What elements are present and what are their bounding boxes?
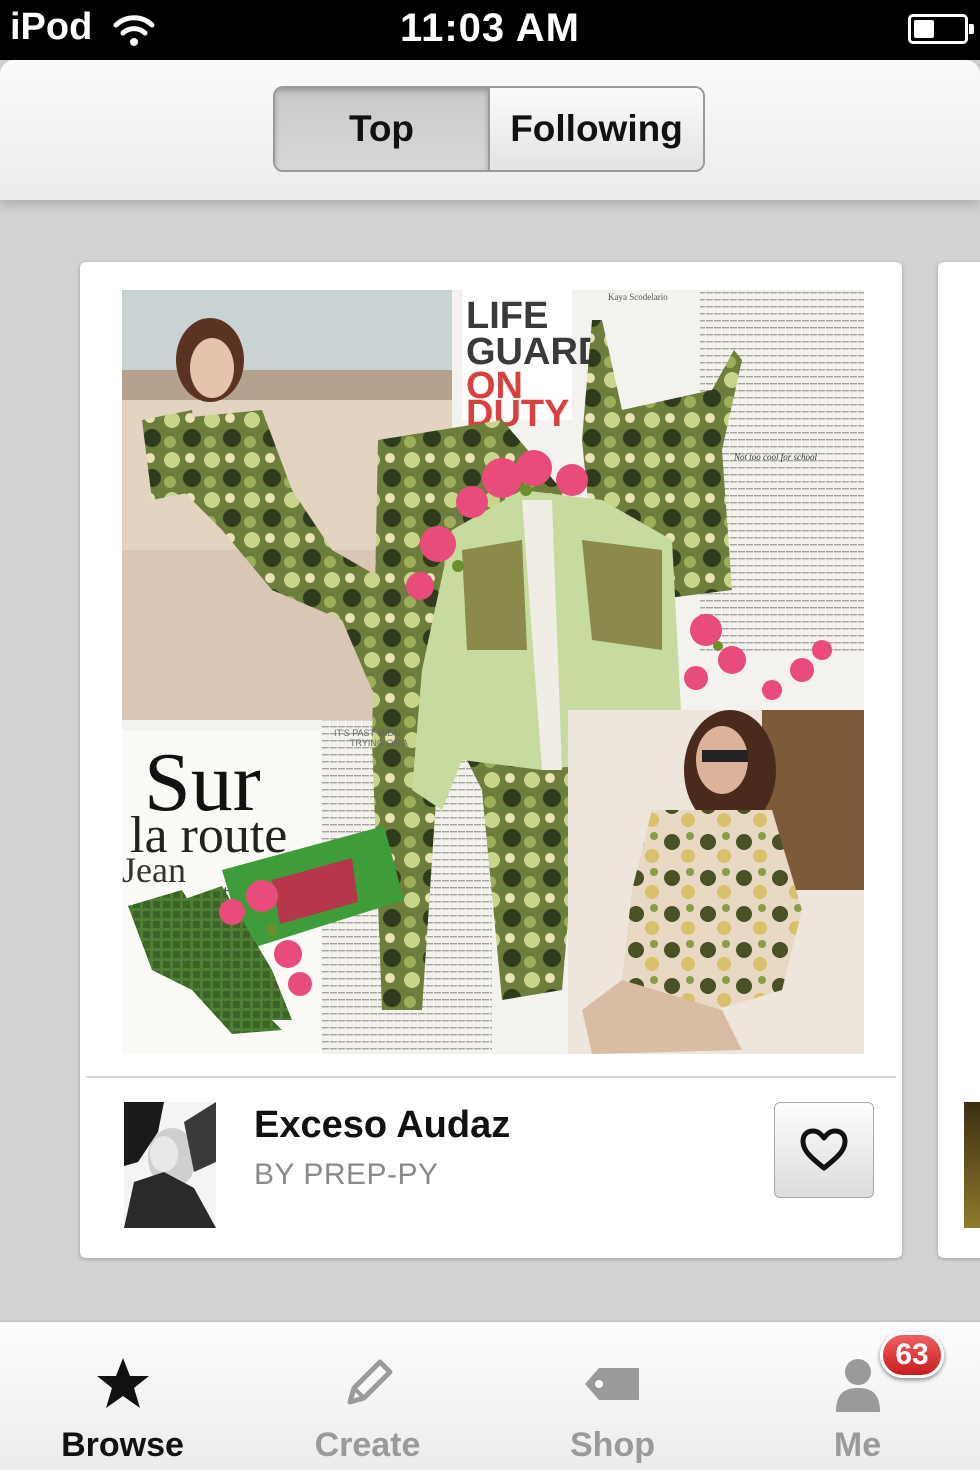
star-icon [96, 1358, 149, 1408]
set-author[interactable]: BY PREP-PY [254, 1158, 439, 1192]
tab-top[interactable]: Top [275, 88, 488, 170]
collage-jean: Jean [122, 850, 186, 890]
collage-sidebar-1: IT'S PAST MIDNI [334, 728, 403, 738]
status-bar: iPod 11:03 AM [0, 0, 980, 60]
collage-byline: Kaya Scodelario [608, 292, 668, 302]
tab-me[interactable]: Me [735, 1322, 980, 1470]
tag-icon [584, 1368, 639, 1400]
set-title[interactable]: Exceso Audaz [254, 1104, 510, 1147]
tab-following[interactable]: Following [488, 88, 703, 170]
feed-segmented-control: Top Following [273, 86, 705, 172]
collage-sidebar-2: TRYING ON A [350, 738, 408, 748]
next-set-card[interactable] [938, 262, 980, 1258]
card-divider [86, 1076, 896, 1078]
tab-create-label: Create [314, 1426, 421, 1464]
person-icon [835, 1359, 880, 1412]
tab-me-label: Me [833, 1426, 882, 1464]
tab-browse-label: Browse [61, 1426, 184, 1464]
top-nav: Top Following [0, 60, 980, 200]
author-avatar[interactable] [124, 1102, 216, 1228]
clock: 11:03 AM [400, 6, 580, 50]
tab-shop[interactable]: Shop [490, 1322, 735, 1470]
set-card[interactable]: LIFE GUARD ON DUTY Kaya Scodelario Not t… [80, 262, 902, 1258]
tab-shop-label: Shop [570, 1426, 655, 1464]
heart-icon [800, 1128, 848, 1171]
tab-bar: Browse Create Shop Me [0, 1320, 980, 1470]
notification-badge[interactable]: 63 [880, 1332, 944, 1378]
tab-browse[interactable]: Browse [0, 1322, 245, 1470]
like-button[interactable] [774, 1102, 874, 1198]
pencil-icon [347, 1359, 392, 1405]
battery-icon [908, 14, 974, 44]
collage-subhead: Not too cool for school [733, 452, 817, 462]
tab-create[interactable]: Create [245, 1322, 490, 1470]
next-set-avatar [964, 1102, 980, 1228]
set-collage-image[interactable]: LIFE GUARD ON DUTY Kaya Scodelario Not t… [122, 290, 864, 1054]
